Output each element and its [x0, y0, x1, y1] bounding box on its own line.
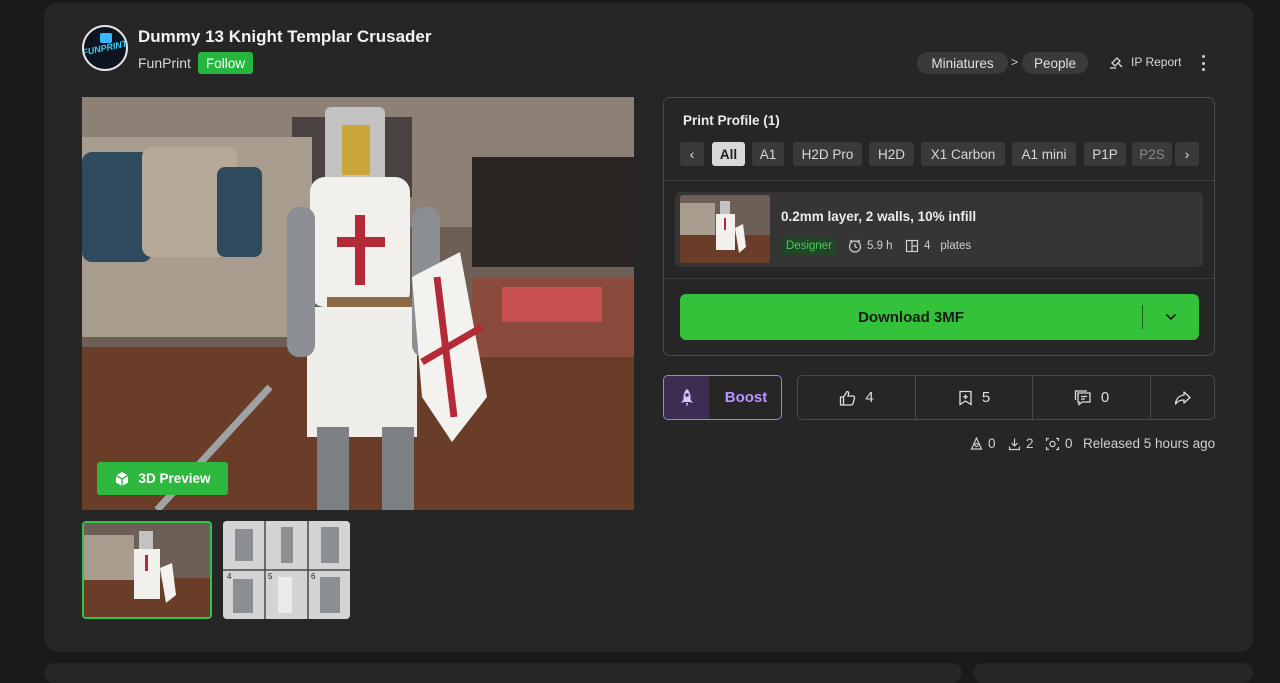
thumb-step-number: 4: [227, 572, 232, 581]
clock-icon: [848, 239, 862, 253]
breadcrumb-category[interactable]: Miniatures: [917, 52, 1008, 74]
thumbs-up-icon: [840, 390, 856, 406]
gallery-thumbnail-1[interactable]: [82, 521, 212, 619]
printer-icon: [970, 436, 983, 450]
share-button[interactable]: [1151, 376, 1214, 419]
download-count-value: 2: [1026, 436, 1034, 451]
engagement-bar: 4 5 0: [797, 375, 1215, 420]
ip-report-link[interactable]: IP Report: [1109, 55, 1181, 69]
comment-button[interactable]: 0: [1033, 376, 1150, 419]
plates-icon: [905, 239, 919, 253]
printer-filter-a1-mini[interactable]: A1 mini: [1012, 142, 1076, 166]
collect-button[interactable]: 5: [916, 376, 1032, 419]
plates-label: plates: [940, 240, 972, 252]
rocket-icon: [664, 376, 709, 419]
download-3mf-button[interactable]: Download 3MF: [680, 294, 1199, 340]
boost-button[interactable]: Boost: [663, 375, 782, 420]
main-model-image[interactable]: [82, 97, 634, 510]
print-count-value: 0: [988, 436, 996, 451]
comment-count: 0: [1100, 389, 1110, 406]
printer-filter-all[interactable]: All: [712, 142, 745, 166]
next-section-card: [44, 663, 962, 683]
like-button[interactable]: 4: [798, 376, 915, 419]
more-options-icon[interactable]: [1200, 55, 1206, 71]
plates-count: 4: [924, 240, 931, 252]
boost-label: Boost: [724, 389, 768, 406]
printer-filter-p1p[interactable]: P1P: [1084, 142, 1126, 166]
remix-count: 0: [1045, 436, 1073, 451]
printer-filter-h2d-pro[interactable]: H2D Pro: [793, 142, 862, 166]
breadcrumb-separator: >: [1011, 55, 1019, 69]
release-time: Released 5 hours ago: [1083, 436, 1216, 451]
model-title: Dummy 13 Knight Templar Crusader: [138, 27, 432, 46]
download-label: Download 3MF: [858, 308, 964, 326]
author-name[interactable]: FunPrint: [138, 55, 191, 71]
cube-icon: [116, 471, 129, 486]
divider: [664, 180, 1214, 181]
thumb-step-number: 6: [311, 572, 316, 581]
divider: [664, 278, 1214, 279]
printer-filter-p2s[interactable]: P2S: [1132, 142, 1172, 166]
like-count: 4: [865, 389, 874, 406]
download-icon: [1008, 438, 1021, 450]
remix-count-value: 0: [1065, 436, 1073, 451]
download-count: 2: [1008, 436, 1034, 451]
thumb-step-number: 5: [268, 572, 273, 581]
gavel-icon: [1110, 57, 1123, 69]
breadcrumb-subcategory[interactable]: People: [1022, 52, 1088, 74]
share-icon: [1174, 390, 1191, 405]
remix-icon: [1045, 437, 1060, 450]
print-time-value: 5.9 h: [867, 240, 893, 252]
printer-filter-a1[interactable]: A1: [752, 142, 784, 166]
ip-report-label: IP Report: [1131, 55, 1182, 69]
gallery-thumbnail-2[interactable]: 4 5 6: [223, 521, 350, 619]
printer-filter-h2d[interactable]: H2D: [869, 142, 914, 166]
3d-preview-label: 3D Preview: [138, 471, 211, 486]
print-count: 0: [970, 436, 996, 451]
printer-filter-x1-carbon[interactable]: X1 Carbon: [921, 142, 1005, 166]
print-profile-title: Print Profile (1): [683, 113, 780, 128]
plates-info: 4 plates: [905, 239, 971, 253]
follow-button[interactable]: Follow: [198, 52, 253, 74]
collect-count: 5: [981, 389, 991, 406]
author-avatar[interactable]: FUNPRINT: [82, 25, 128, 71]
comment-icon: [1074, 389, 1091, 406]
bookmark-plus-icon: [959, 390, 972, 406]
chevron-right-icon[interactable]: ›: [1175, 142, 1199, 166]
print-time: 5.9 h: [848, 239, 893, 253]
profile-name: 0.2mm layer, 2 walls, 10% infill: [781, 209, 977, 224]
3d-preview-button[interactable]: 3D Preview: [97, 462, 228, 495]
chevron-down-icon[interactable]: [1143, 294, 1199, 340]
chevron-left-icon[interactable]: ‹: [680, 142, 704, 166]
side-section-card: [973, 663, 1253, 683]
profile-thumbnail: [680, 195, 770, 263]
designer-badge: Designer: [782, 237, 837, 255]
